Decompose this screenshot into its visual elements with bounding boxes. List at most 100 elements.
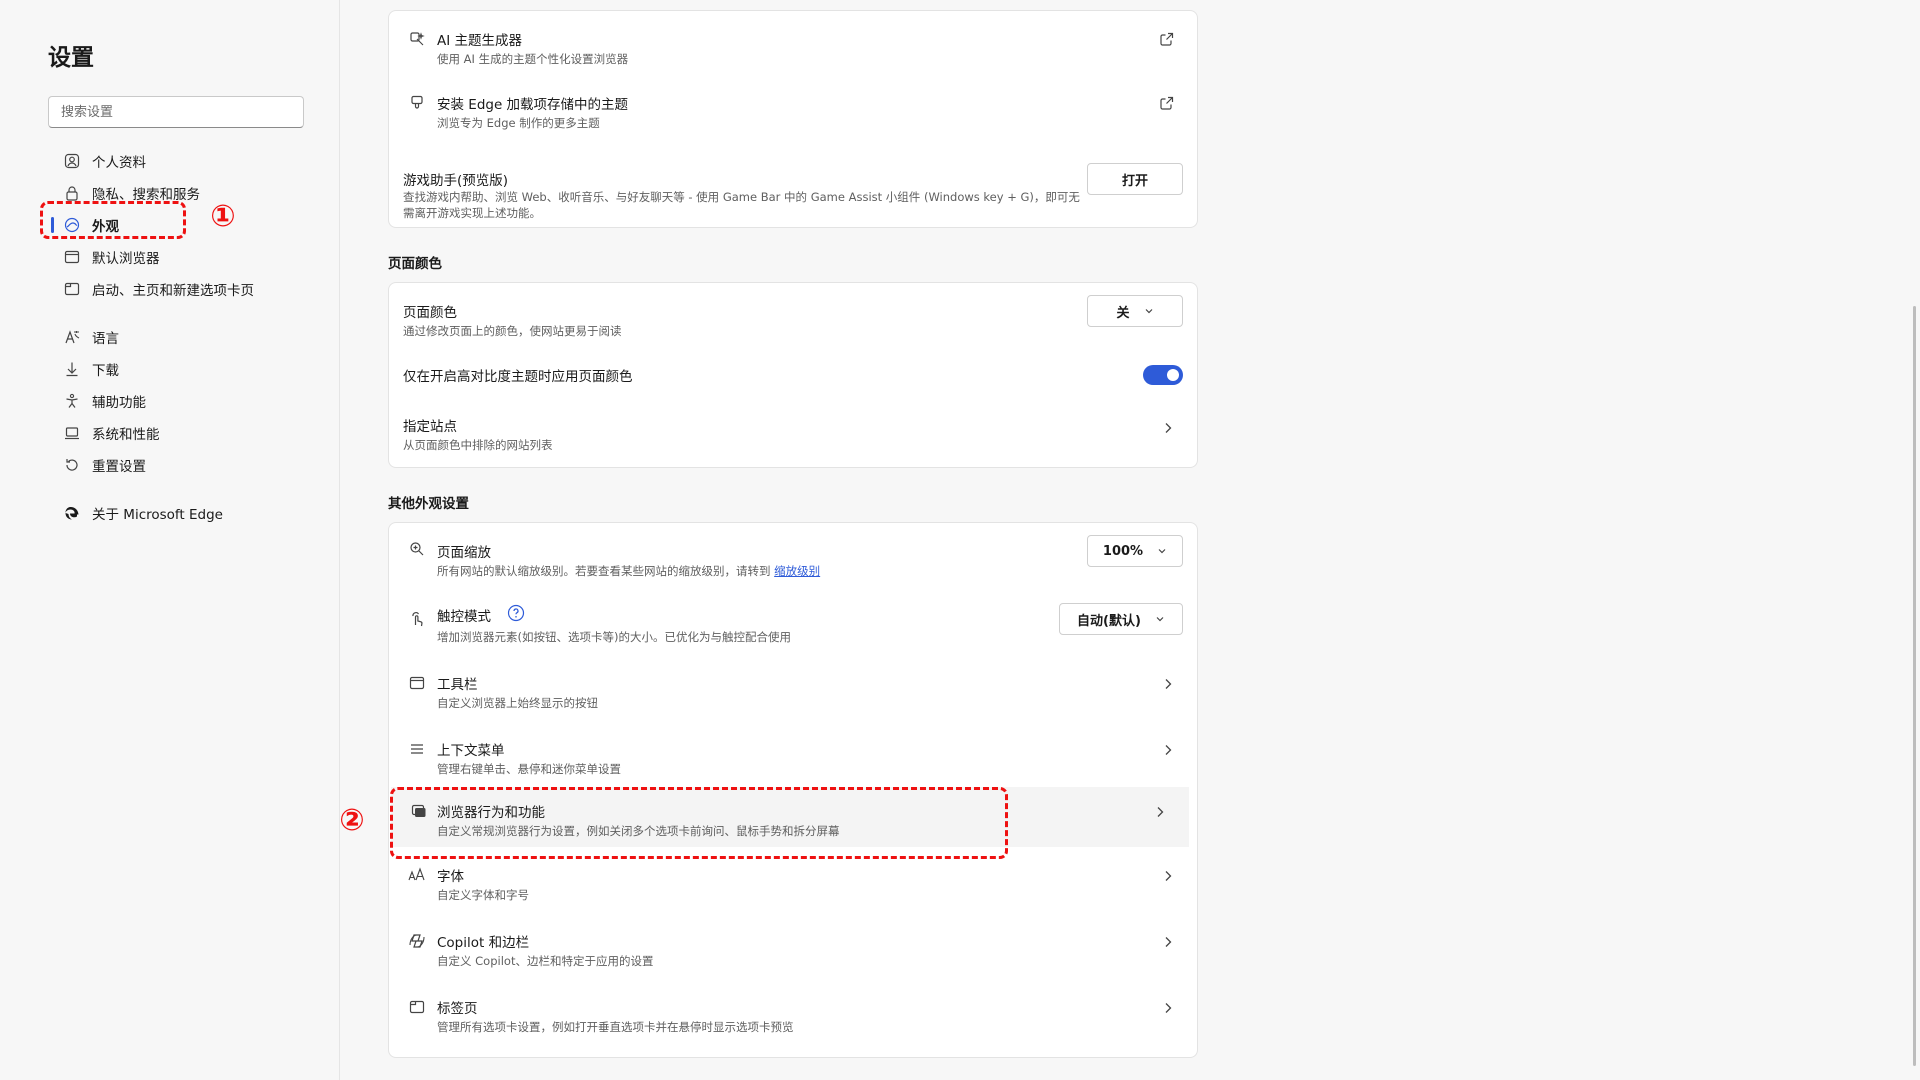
annotation-box-2	[390, 787, 1008, 859]
sidebar-item-label: 默认浏览器	[92, 251, 160, 267]
page-zoom-row: 页面缩放 所有网站的默认缩放级别。若要查看某些网站的缩放级别，请转到 缩放级别 …	[389, 523, 1197, 589]
chevron-down-icon	[1155, 614, 1165, 624]
row-title: Copilot 和边栏	[437, 935, 530, 951]
sidebar-item-default-browser[interactable]: 默认浏览器	[48, 242, 304, 272]
sidebar-item-label: 启动、主页和新建选项卡页	[92, 283, 254, 299]
menu-lines-icon	[407, 739, 427, 759]
tab-icon	[407, 997, 427, 1017]
help-icon[interactable]	[507, 604, 525, 622]
row-desc: 管理所有选项卡设置，例如打开垂直选项卡并在悬停时显示选项卡预览	[437, 1020, 794, 1034]
touch-mode-row: 触控模式 增加浏览器元素(如按钮、选项卡等)的大小。已优化为与触控配合使用 自动…	[389, 589, 1197, 655]
lock-icon	[62, 183, 82, 203]
page-color-dropdown[interactable]: 关	[1087, 295, 1183, 327]
row-desc: 自定义浏览器上始终显示的按钮	[437, 696, 598, 710]
copilot-icon	[407, 931, 427, 951]
dropdown-value: 100%	[1102, 543, 1144, 559]
chevron-down-icon	[1144, 306, 1154, 316]
sidebar-item-label: 系统和性能	[92, 427, 160, 443]
annotation-number-2: ②	[339, 803, 365, 838]
sidebar-item-label: 语言	[92, 331, 119, 347]
sidebar: 设置 个人资料 隐私、搜索和服务 外观 默认浏览器	[0, 0, 340, 1080]
ai-theme-generator-row[interactable]: AI 主题生成器 使用 AI 生成的主题个性化设置浏览器	[389, 11, 1197, 75]
section-label-page-color: 页面颜色	[388, 256, 442, 272]
specified-sites-row[interactable]: 指定站点 从页面颜色中排除的网站列表	[389, 399, 1197, 469]
section-label-other-appearance: 其他外观设置	[388, 496, 469, 512]
touch-mode-dropdown[interactable]: 自动(默认)	[1059, 603, 1183, 635]
game-assist-row: 游戏助手(预览版) 查找游戏内帮助、浏览 Web、收听音乐、与好友聊天等 - 使…	[389, 139, 1197, 229]
scrollbar-thumb[interactable]	[1913, 306, 1916, 1066]
row-desc: 浏览专为 Edge 制作的更多主题	[437, 116, 600, 130]
laptop-icon	[62, 423, 82, 443]
row-title: 字体	[437, 869, 464, 885]
row-desc: 所有网站的默认缩放级别。若要查看某些网站的缩放级别，请转到 缩放级别	[437, 563, 820, 579]
row-title: 指定站点	[403, 419, 457, 435]
sidebar-item-downloads[interactable]: 下载	[48, 354, 304, 384]
sidebar-item-label: 隐私、搜索和服务	[92, 187, 200, 203]
row-title: AI 主题生成器	[437, 33, 523, 49]
zoom-levels-link[interactable]: 缩放级别	[774, 564, 820, 578]
page-zoom-dropdown[interactable]: 100%	[1087, 535, 1183, 567]
sidebar-item-label: 关于 Microsoft Edge	[92, 507, 223, 523]
sidebar-item-profile[interactable]: 个人资料	[48, 146, 304, 176]
external-link-icon[interactable]	[1159, 95, 1175, 111]
zoom-icon	[407, 539, 427, 559]
chevron-right-icon	[1161, 677, 1175, 691]
context-menu-row[interactable]: 上下文菜单 管理右键单击、悬停和迷你菜单设置	[389, 721, 1197, 787]
chevron-right-icon	[1161, 869, 1175, 883]
scrollbar[interactable]	[1906, 0, 1920, 1080]
browser-icon	[62, 247, 82, 267]
toolbar-icon	[407, 673, 427, 693]
row-title: 安装 Edge 加载项存储中的主题	[437, 97, 629, 113]
search-settings-input[interactable]	[48, 96, 304, 128]
page-color-row: 页面颜色 通过修改页面上的颜色，使网站更易于阅读 关	[389, 283, 1197, 347]
row-desc: 使用 AI 生成的主题个性化设置浏览器	[437, 52, 629, 66]
row-title: 页面颜色	[403, 305, 457, 321]
tabs-row[interactable]: 标签页 管理所有选项卡设置，例如打开垂直选项卡并在悬停时显示选项卡预览	[389, 979, 1197, 1045]
chevron-right-icon	[1153, 805, 1167, 819]
chevron-down-icon	[1157, 546, 1167, 556]
row-desc: 管理右键单击、悬停和迷你菜单设置	[437, 762, 621, 776]
chevron-right-icon	[1161, 935, 1175, 949]
sidebar-item-language[interactable]: 语言	[48, 322, 304, 352]
download-icon	[62, 359, 82, 379]
sidebar-item-system[interactable]: 系统和性能	[48, 418, 304, 448]
open-game-assist-button[interactable]: 打开	[1087, 163, 1183, 195]
high-contrast-toggle[interactable]	[1143, 365, 1183, 385]
sidebar-item-label: 下载	[92, 363, 119, 379]
ai-wand-icon	[407, 29, 427, 49]
zoom-desc-text: 所有网站的默认缩放级别。若要查看某些网站的缩放级别，请转到	[437, 564, 771, 578]
font-icon	[407, 865, 427, 885]
reset-icon	[62, 455, 82, 475]
dropdown-value: 自动(默认)	[1077, 613, 1141, 629]
edge-addon-themes-row[interactable]: 安装 Edge 加载项存储中的主题 浏览专为 Edge 制作的更多主题	[389, 75, 1197, 139]
sidebar-item-reset[interactable]: 重置设置	[48, 450, 304, 480]
sidebar-item-label: 个人资料	[92, 155, 146, 171]
theme-card: AI 主题生成器 使用 AI 生成的主题个性化设置浏览器 安装 Edge 加载项…	[388, 10, 1198, 228]
sidebar-item-about[interactable]: 关于 Microsoft Edge	[48, 498, 304, 528]
page-title: 设置	[48, 45, 94, 71]
accessibility-icon	[62, 391, 82, 411]
language-icon	[62, 327, 82, 347]
annotation-box-1	[40, 201, 186, 239]
profile-icon	[62, 151, 82, 171]
brush-icon	[407, 93, 427, 113]
sidebar-item-accessibility[interactable]: 辅助功能	[48, 386, 304, 416]
row-desc: 自定义 Copilot、边栏和特定于应用的设置	[437, 954, 654, 968]
chevron-right-icon	[1161, 421, 1175, 435]
sidebar-item-label: 重置设置	[92, 459, 146, 475]
row-title: 工具栏	[437, 677, 478, 693]
edge-logo-icon	[62, 503, 82, 523]
home-tab-icon	[62, 279, 82, 299]
row-desc: 自定义字体和字号	[437, 888, 529, 902]
sidebar-item-startup[interactable]: 启动、主页和新建选项卡页	[48, 274, 304, 304]
copilot-sidebar-row[interactable]: Copilot 和边栏 自定义 Copilot、边栏和特定于应用的设置	[389, 913, 1197, 979]
toolbar-row[interactable]: 工具栏 自定义浏览器上始终显示的按钮	[389, 655, 1197, 721]
touch-icon	[407, 609, 427, 629]
chevron-right-icon	[1161, 743, 1175, 757]
row-desc: 增加浏览器元素(如按钮、选项卡等)的大小。已优化为与触控配合使用	[437, 630, 791, 644]
row-title: 仅在开启高对比度主题时应用页面颜色	[403, 369, 633, 385]
external-link-icon[interactable]	[1159, 31, 1175, 47]
page-color-card: 页面颜色 通过修改页面上的颜色，使网站更易于阅读 关 仅在开启高对比度主题时应用…	[388, 282, 1198, 468]
row-desc: 查找游戏内帮助、浏览 Web、收听音乐、与好友聊天等 - 使用 Game Bar…	[403, 190, 1080, 220]
row-title: 上下文菜单	[437, 743, 505, 759]
